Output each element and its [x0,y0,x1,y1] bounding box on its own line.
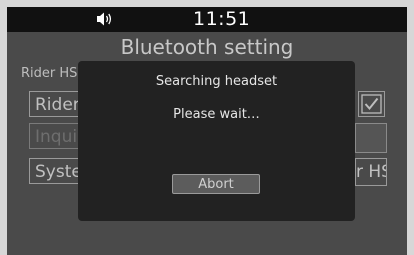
rider-row-label: Rider [35,95,80,115]
screen: 11:51 Bluetooth setting Rider HS Rider I… [7,7,407,255]
section-label: Rider HS [21,66,78,81]
checkmark-icon [361,94,382,114]
system-hs-label: r HS [356,162,386,182]
page-title: Bluetooth setting [120,35,294,59]
dialog-message: Please wait… [173,107,260,122]
clock: 11:51 [193,8,251,30]
abort-button[interactable]: Abort [172,174,260,194]
system-hs-button[interactable]: r HS [355,158,387,186]
status-bar: 11:51 [7,7,407,32]
search-dialog: Searching headset Please wait… Abort [78,61,355,221]
inquiry-toggle [355,123,387,153]
rider-checkbox[interactable] [358,91,385,117]
speaker-icon [97,12,112,26]
dialog-title: Searching headset [155,74,278,89]
